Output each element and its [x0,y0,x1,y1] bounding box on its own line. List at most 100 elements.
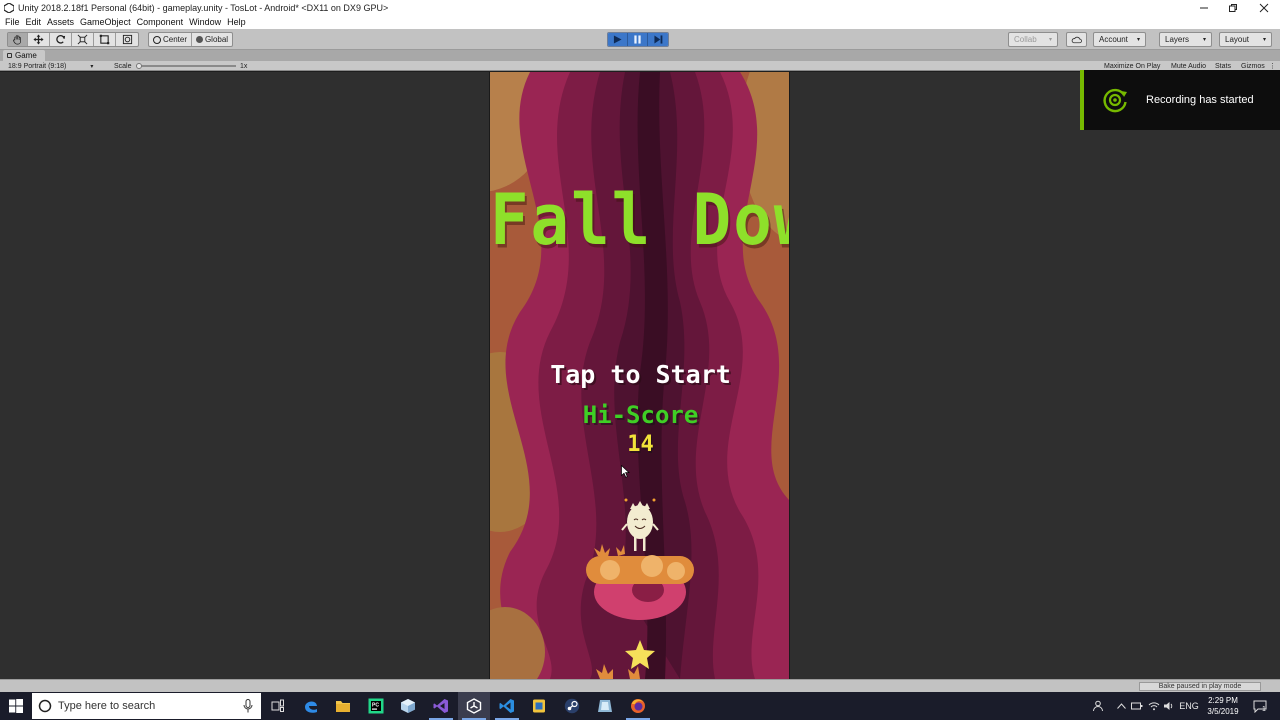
aspect-dropdown[interactable]: 18:9 Portrait (9:18) ▾ [8,62,93,70]
microphone-icon[interactable] [243,699,253,713]
game-tab-icon [7,53,12,58]
minimize-icon[interactable] [1188,0,1220,15]
taskbar-search-box[interactable]: Type here to search [32,693,261,719]
unity-icon[interactable] [458,692,490,720]
menu-window[interactable]: Window [186,17,224,27]
wifi-icon[interactable] [1147,692,1161,720]
globe-icon [195,36,203,43]
restore-icon[interactable] [1217,0,1249,15]
battery-network-icon[interactable] [1130,692,1144,720]
menu-gameobject[interactable]: GameObject [77,17,134,27]
account-dropdown[interactable]: Account ▾ [1093,32,1146,47]
window-title-bar: Unity 2018.2.18f1 Personal (64bit) - gam… [0,0,1280,15]
clock-date: 3/5/2019 [1207,707,1239,716]
play-icon [613,35,622,44]
game-tab-label: Game [15,51,37,60]
rotate-tool-icon[interactable] [50,33,72,46]
scale-tool-icon[interactable] [72,33,94,46]
pycharm-icon[interactable]: PC [360,692,392,720]
task-view-icon[interactable] [262,692,294,720]
editor-toolbar: Center Global Collab ▾ Account ▾ Layers … [0,29,1280,50]
window-title: Unity 2018.2.18f1 Personal (64bit) - gam… [18,2,389,13]
scale-slider-track[interactable] [138,65,236,67]
rect-tool-icon[interactable] [94,33,116,46]
chevron-up-icon[interactable] [1115,692,1127,720]
move-tool-icon[interactable] [28,33,50,46]
layout-dropdown[interactable]: Layout ▾ [1219,32,1272,47]
global-space-label: Global [204,35,229,44]
recording-notification: Recording has started [1080,70,1280,130]
clock-time: 2:29 PM [1208,696,1238,705]
hiscore-value: 14 [627,432,654,457]
tap-to-start-text[interactable]: Tap to Start [490,360,789,389]
notepad-icon[interactable] [523,692,555,720]
play-button[interactable] [608,33,628,46]
vscode-icon[interactable] [491,692,523,720]
chevron-down-icon: ▾ [90,63,94,70]
game-screen[interactable]: Fall Down Tap to Start Hi-Score 14 [489,72,790,679]
visual-studio-icon[interactable] [425,692,457,720]
menu-file[interactable]: File [2,17,23,27]
chevron-down-icon: ▾ [1048,37,1052,43]
pause-icon [634,35,641,44]
scale-label: Scale [114,62,132,70]
mouse-cursor-icon [621,465,630,478]
menu-assets[interactable]: Assets [44,17,77,27]
svg-text:PC: PC [372,703,379,709]
aspect-label: 18:9 Portrait (9:18) [8,62,67,70]
windows-logo-icon [9,699,23,713]
step-icon [653,35,662,44]
recording-text: Recording has started [1146,94,1254,106]
menu-edit[interactable]: Edit [23,17,45,27]
windows-taskbar: Type here to search PC ENG 2:29 PM 3/5/2… [0,692,1280,720]
collab-dropdown[interactable]: Collab ▾ [1008,32,1058,47]
tab-game[interactable]: Game [3,50,45,61]
game-tab-row: Game [0,50,1280,61]
panel-menu-icon[interactable]: ⋮ [1269,62,1276,70]
search-placeholder: Type here to search [58,700,156,712]
scale-slider-thumb[interactable] [136,63,142,69]
recording-icon [1100,85,1130,115]
pivot-icon [152,35,161,44]
hand-tool-icon[interactable] [8,33,28,46]
menu-help[interactable]: Help [224,17,249,27]
transform-tool-icon[interactable] [116,33,138,46]
account-label: Account [1099,35,1128,44]
mute-audio-toggle[interactable]: Mute Audio [1171,62,1206,70]
close-icon[interactable] [1248,0,1280,15]
edge-icon[interactable] [295,692,327,720]
layers-dropdown[interactable]: Layers ▾ [1159,32,1212,47]
stats-toggle[interactable]: Stats [1215,62,1231,70]
transform-tools [7,32,139,47]
language-indicator[interactable]: ENG [1178,692,1200,720]
maximize-on-play-toggle[interactable]: Maximize On Play [1104,62,1160,70]
firefox-icon[interactable] [622,692,654,720]
hiscore-label: Hi-Score [582,401,699,429]
taskbar-clock[interactable]: 2:29 PM 3/5/2019 [1201,695,1245,717]
notification-count-badge: 1 [1262,706,1266,713]
volume-icon[interactable] [1162,692,1176,720]
pivot-center-button[interactable]: Center [149,33,192,46]
menu-component[interactable]: Component [134,17,187,27]
cloud-icon [1071,36,1082,43]
start-button[interactable] [0,692,32,720]
file-explorer-icon[interactable] [327,692,359,720]
pivot-center-label: Center [162,35,187,44]
pause-button[interactable] [628,33,648,46]
chevron-down-icon: ▾ [1136,37,1140,43]
play-controls [607,32,669,47]
cloud-button[interactable] [1066,32,1087,47]
app-icon[interactable] [589,692,621,720]
search-icon [38,699,52,713]
layout-label: Layout [1225,35,1250,44]
global-space-button[interactable]: Global [192,33,232,46]
status-bar: Bake paused in play mode [0,679,1280,692]
chevron-down-icon: ▾ [1202,37,1206,43]
bake-status: Bake paused in play mode [1139,682,1261,691]
unity-box-icon[interactable] [392,692,424,720]
people-icon[interactable] [1090,692,1106,720]
step-button[interactable] [648,33,668,46]
steam-icon[interactable] [556,692,588,720]
gizmos-dropdown[interactable]: Gizmos [1241,62,1265,70]
action-center-icon[interactable]: 1 [1250,692,1270,720]
